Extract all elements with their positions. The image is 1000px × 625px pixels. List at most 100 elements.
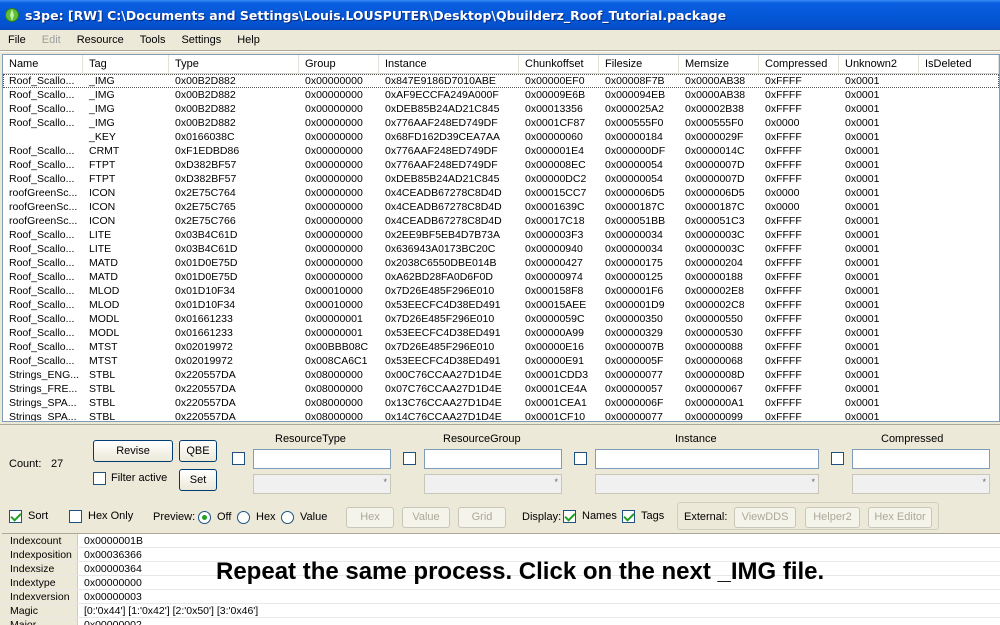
filter-combo-resourcetype[interactable]: * [253,474,391,494]
menu-edit[interactable]: Edit [34,34,69,46]
filter-input-resourcegroup[interactable] [424,449,562,469]
resource-list[interactable]: Name Tag Type Group Instance Chunkoffset Files… [2,54,1000,422]
column-header-name[interactable]: Name [3,55,83,74]
preview-hex-radio[interactable] [237,511,250,524]
viewdds-button[interactable]: ViewDDS [734,507,796,528]
filter-input-resourcetype[interactable] [253,449,391,469]
cell-unknown2: 0x0001 [845,313,880,325]
table-row[interactable]: Roof_Scallo... MODL 0x01661233 0x00000001 0x… [3,312,999,326]
helper2-button[interactable]: Helper2 [805,507,860,528]
property-key: Indexposition [2,548,78,561]
table-row[interactable]: _KEY 0x0166038C 0x00000000 0x68FD162D39CEA7… [3,130,999,144]
filter-combo-resourcegroup[interactable]: * [424,474,562,494]
cell-filesize: 0x00000054 [605,173,663,185]
cell-group: 0x008CA6C1 [305,355,368,367]
names-checkbox[interactable] [563,510,576,523]
filter-input-compressed[interactable] [852,449,990,469]
table-row[interactable]: Roof_Scallo... _IMG 0x00B2D882 0x00000000 0x… [3,74,999,88]
table-row[interactable]: Roof_Scallo... MTST 0x02019972 0x00BBB08C 0x… [3,340,999,354]
property-row[interactable]: Indexversion 0x00000003 [2,590,1000,604]
filter-check-resourcegroup[interactable] [403,452,416,465]
filter-check-compressed[interactable] [831,452,844,465]
table-row[interactable]: Roof_Scallo... FTPT 0xD382BF57 0x00000000 0x… [3,158,999,172]
column-header-filesize[interactable]: Filesize [599,55,679,74]
cell-isdeleted [919,172,999,186]
column-header-chunkoffset[interactable]: Chunkoffset [519,55,599,74]
cell-name: Strings_SPA... [9,397,77,409]
table-row[interactable]: Roof_Scallo... MATD 0x01D0E75D 0x00000000 0x… [3,256,999,270]
preview-value-radio[interactable] [281,511,294,524]
filter-combo-instance[interactable]: * [595,474,819,494]
table-row[interactable]: Roof_Scallo... CRMT 0xF1EDBD86 0x00000000 0x… [3,144,999,158]
table-row[interactable]: Roof_Scallo... FTPT 0xD382BF57 0x00000000 0x… [3,172,999,186]
hex-editor-button[interactable]: Hex Editor [868,507,932,528]
column-header-unknown2[interactable]: Unknown2 [839,55,919,74]
table-row[interactable]: Roof_Scallo... MLOD 0x01D10F34 0x00010000 0x… [3,298,999,312]
table-row[interactable]: Strings_FRE... STBL 0x220557DA 0x08000000 0x… [3,382,999,396]
menu-file[interactable]: File [0,34,34,46]
menu-resource[interactable]: Resource [69,34,132,46]
column-header-instance[interactable]: Instance [379,55,519,74]
table-row[interactable]: roofGreenSc... ICON 0x2E75C765 0x00000000 0x… [3,200,999,214]
table-row[interactable]: Roof_Scallo... LITE 0x03B4C61D 0x00000000 0x… [3,242,999,256]
window-title: s3pe: [RW] C:\Documents and Settings\Lou… [25,7,727,23]
table-row[interactable]: roofGreenSc... ICON 0x2E75C766 0x00000000 0x… [3,214,999,228]
cell-compressed: 0xFFFF [765,145,802,157]
tags-checkbox[interactable] [622,510,635,523]
menu-help[interactable]: Help [229,34,268,46]
column-header-tag[interactable]: Tag [83,55,169,74]
table-row[interactable]: Roof_Scallo... MODL 0x01661233 0x00000001 0x… [3,326,999,340]
cell-filesize: 0x0000007B [605,341,664,353]
cell-group: 0x00000000 [305,145,363,157]
cell-chunkoffset: 0x00000EF0 [525,75,585,87]
column-header-isdeleted[interactable]: IsDeleted [919,55,999,74]
cell-tag: _IMG [89,75,115,87]
cell-compressed: 0xFFFF [765,159,802,171]
column-header-memsize[interactable]: Memsize [679,55,759,74]
revise-button[interactable]: Revise [93,440,173,462]
set-button[interactable]: Set [179,469,217,491]
column-header-group[interactable]: Group [299,55,379,74]
filter-combo-compressed[interactable]: * [852,474,990,494]
table-row[interactable]: Strings_SPA... STBL 0x220557DA 0x08000000 0x… [3,410,999,421]
cell-group: 0x00000001 [305,313,363,325]
grid-button[interactable]: Grid [458,507,506,528]
menu-settings[interactable]: Settings [173,34,229,46]
table-row[interactable]: Roof_Scallo... _IMG 0x00B2D882 0x00000000 0x… [3,116,999,130]
cell-isdeleted [919,186,999,200]
table-row[interactable]: Roof_Scallo... _IMG 0x00B2D882 0x00000000 0x… [3,102,999,116]
cell-chunkoffset: 0x0001CE4A [525,383,587,395]
qbe-button[interactable]: QBE [179,440,217,462]
hex-only-checkbox[interactable] [69,510,82,523]
property-key: Indexcount [2,534,78,547]
property-row[interactable]: Major 0x00000002 [2,618,1000,625]
table-row[interactable]: Roof_Scallo... MTST 0x02019972 0x008CA6C1 0x… [3,354,999,368]
property-value: 0x00000000 [84,577,142,589]
cell-group: 0x00000000 [305,131,363,143]
hex-button[interactable]: Hex [346,507,394,528]
table-row[interactable]: Strings_SPA... STBL 0x220557DA 0x08000000 0x… [3,396,999,410]
filter-check-resourcetype[interactable] [232,452,245,465]
splitter[interactable] [0,424,1000,428]
property-row[interactable]: Indexcount 0x0000001B [2,534,1000,548]
table-row[interactable]: Roof_Scallo... LITE 0x03B4C61D 0x00000000 0x… [3,228,999,242]
cell-tag: MLOD [89,285,120,297]
table-row[interactable]: Roof_Scallo... _IMG 0x00B2D882 0x00000000 0x… [3,88,999,102]
table-row[interactable]: Strings_ENG... STBL 0x220557DA 0x08000000 0x… [3,368,999,382]
cell-tag: MTST [89,355,118,367]
filter-check-instance[interactable] [574,452,587,465]
column-header-compressed[interactable]: Compressed [759,55,839,74]
column-header-type[interactable]: Type [169,55,299,74]
cell-instance: 0x4CEADB67278C8D4D [385,215,502,227]
filter-input-instance[interactable] [595,449,819,469]
table-row[interactable]: Roof_Scallo... MLOD 0x01D10F34 0x00010000 0x… [3,284,999,298]
property-row[interactable]: Magic [0:'0x44'] [1:'0x42'] [2:'0x50'] [3… [2,604,1000,618]
menu-tools[interactable]: Tools [132,34,174,46]
filter-active-checkbox[interactable] [93,472,106,485]
table-row[interactable]: Roof_Scallo... MATD 0x01D0E75D 0x00000000 0x… [3,270,999,284]
cell-filesize: 0x00000034 [605,243,663,255]
preview-off-radio[interactable] [198,511,211,524]
sort-checkbox[interactable] [9,510,22,523]
table-row[interactable]: roofGreenSc... ICON 0x2E75C764 0x00000000 0x… [3,186,999,200]
value-button[interactable]: Value [402,507,450,528]
